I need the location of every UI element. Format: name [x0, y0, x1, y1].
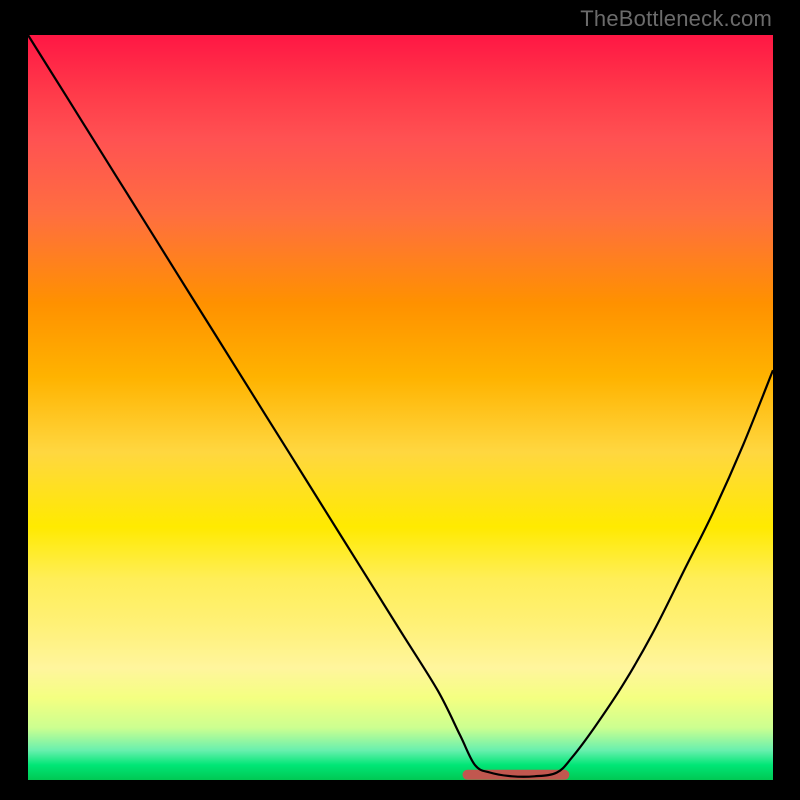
- chart-svg: [28, 35, 773, 780]
- watermark-text: TheBottleneck.com: [580, 6, 772, 32]
- chart-container: TheBottleneck.com: [0, 0, 800, 800]
- bottleneck-curve: [28, 35, 773, 777]
- plot-area: [28, 35, 773, 780]
